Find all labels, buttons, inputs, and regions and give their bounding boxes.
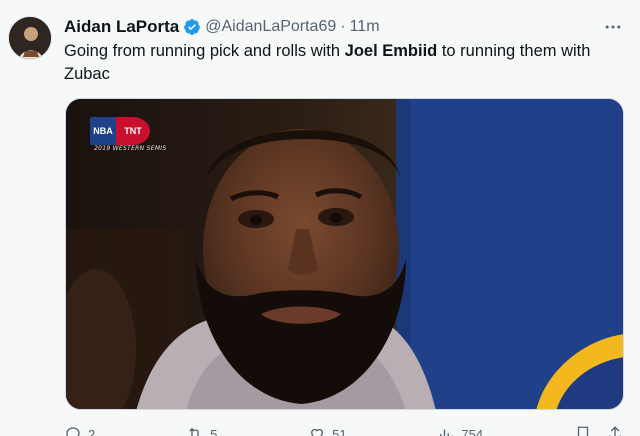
more-icon[interactable]	[600, 16, 626, 38]
avatar[interactable]	[8, 16, 52, 60]
tweet-card[interactable]: Aidan LaPorta @AidanLaPorta69 · 11m Goin…	[0, 0, 640, 436]
reply-button[interactable]: 2	[64, 425, 95, 436]
share-icon	[609, 426, 621, 436]
broadcast-caption: 2019 WESTERN SEMIS	[94, 145, 167, 152]
retweet-icon	[189, 427, 199, 436]
retweet-button[interactable]: 5	[186, 425, 217, 436]
mention-joel-embiid: Joel Embiid	[344, 42, 438, 60]
tweet-actions: 2 5 51 754	[64, 424, 624, 436]
reply-count: 2	[88, 426, 96, 436]
handle[interactable]: @AidanLaPorta69	[205, 18, 336, 36]
display-name[interactable]: Aidan LaPorta	[64, 17, 179, 37]
like-count: 51	[332, 426, 347, 436]
views-icon	[440, 429, 454, 436]
nba-logo-text: NBA	[90, 117, 116, 145]
timestamp[interactable]: 11m	[350, 18, 380, 36]
views-count: 754	[461, 426, 484, 436]
nba-on-tnt-logo: NBA TNT	[90, 117, 150, 145]
views-button[interactable]: 754	[437, 425, 483, 436]
tweet-media-image[interactable]: NBA TNT 2019 WESTERN SEMIS	[65, 98, 624, 410]
bookmark-button[interactable]	[574, 425, 592, 436]
separator-dot: ·	[340, 18, 346, 35]
tweet-text-part1: Going from running pick and rolls with	[64, 42, 345, 60]
tweet-text: Going from running pick and rolls with J…	[64, 40, 624, 86]
share-button[interactable]	[606, 425, 624, 436]
verified-badge-icon	[183, 18, 201, 36]
tnt-logo-text: TNT	[116, 117, 150, 145]
like-button[interactable]: 51	[308, 425, 347, 436]
like-icon	[311, 428, 324, 436]
reply-icon	[66, 427, 80, 436]
retweet-count: 5	[210, 426, 218, 436]
tweet-header: Aidan LaPorta @AidanLaPorta69 · 11m	[64, 16, 380, 38]
bookmark-icon	[577, 426, 589, 436]
action-right-group	[574, 425, 624, 436]
